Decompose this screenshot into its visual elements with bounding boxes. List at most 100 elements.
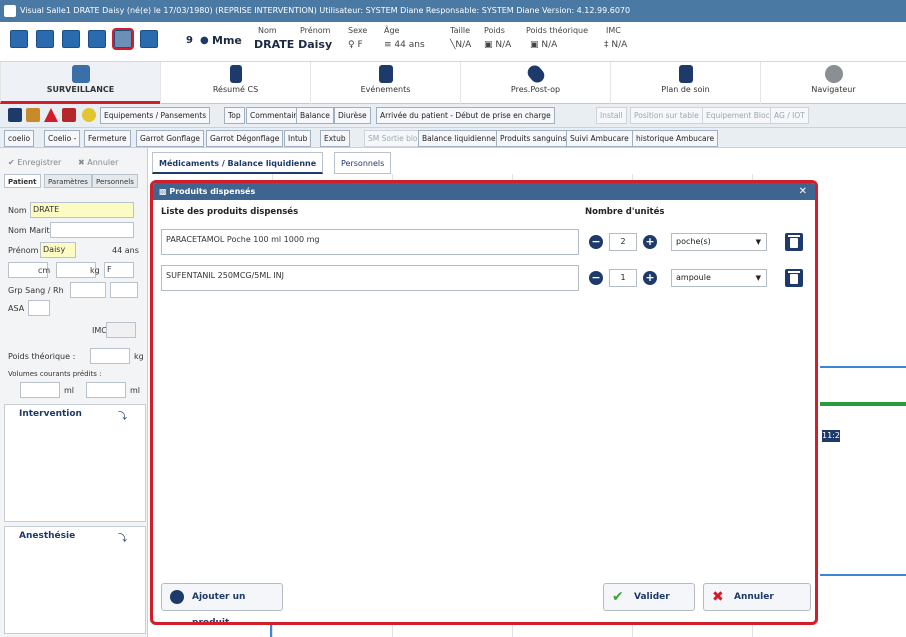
patient-header: 9 ● Mme Nom Prénom DRATE Daisy Sexe ♀ F … — [0, 22, 906, 62]
bed-icon[interactable] — [8, 108, 22, 122]
minus-icon[interactable]: − — [589, 271, 603, 285]
rh-select[interactable] — [110, 282, 138, 298]
nav-pres-postop[interactable]: Pres.Post-op — [460, 62, 610, 104]
btn-produits-sanguins[interactable]: Produits sanguins — [496, 130, 571, 147]
dialog-icon: ▩ — [159, 187, 167, 196]
dispensed-products-icon[interactable] — [112, 28, 134, 50]
trash-icon[interactable] — [785, 269, 803, 287]
print-preview-icon[interactable] — [88, 30, 106, 48]
minus-icon[interactable]: − — [589, 235, 603, 249]
poids-value: ▣ N/A — [484, 40, 511, 50]
validate-button[interactable]: ✔ Valider — [603, 583, 695, 611]
btn-garrot-degonflage[interactable]: Garrot Dégonflage — [206, 130, 284, 147]
close-icon[interactable]: ✕ — [799, 183, 807, 200]
unit-select[interactable]: poche(s) ▼ — [671, 233, 767, 251]
plus-icon[interactable]: + — [643, 235, 657, 249]
asa-select[interactable] — [28, 300, 50, 316]
exit-icon[interactable] — [140, 30, 158, 48]
flag-icon[interactable] — [62, 108, 76, 122]
prenom-field[interactable]: Daisy — [40, 242, 76, 258]
taille-label: Taille — [450, 26, 471, 35]
sexe-select[interactable]: F — [104, 262, 134, 278]
document-icon — [229, 65, 242, 83]
trash-icon[interactable] — [785, 233, 803, 251]
close-icon: ✖ — [78, 158, 85, 167]
tab-medicaments[interactable]: Médicaments / Balance liquidienne — [152, 152, 324, 174]
asa-label: ASA — [8, 304, 25, 313]
btn-suivi-ambucare[interactable]: Suivi Ambucare — [566, 130, 633, 147]
btn-intub[interactable]: Intub — [284, 130, 312, 147]
action-toolbar-2: coelio Coelio - Fermeture Garrot Gonflag… — [0, 128, 906, 148]
expand-icon[interactable]: ⤵ — [118, 531, 127, 544]
calendar-icon[interactable] — [36, 30, 54, 48]
nav-plan-de-soin[interactable]: Plan de soin — [610, 62, 760, 104]
anesthesie-section: Anesthésie ⤵ — [4, 526, 146, 634]
nav-surveillance[interactable]: SURVEILLANCE — [0, 62, 160, 104]
tab-personnels-side[interactable]: Personnels — [92, 174, 138, 188]
chevron-down-icon: ▼ — [755, 274, 761, 282]
nav-evenements[interactable]: Evénements — [310, 62, 460, 104]
btn-equipements[interactable]: Equipements / Pansements — [100, 107, 211, 124]
btn-ag-iot[interactable]: AG / IOT — [770, 107, 809, 124]
cm-label: cm — [38, 266, 51, 275]
btn-arrivee-patient[interactable]: Arrivée du patient - Début de prise en c… — [376, 107, 555, 124]
btn-coelio-minus[interactable]: Coelio - — [44, 130, 81, 147]
save-button[interactable]: ✔ Enregistrer — [8, 154, 61, 172]
volume-field-2[interactable] — [86, 382, 126, 398]
btn-coelio[interactable]: coelio — [4, 130, 35, 147]
add-product-button[interactable]: Ajouter un produit — [161, 583, 283, 622]
nom-marit-field[interactable] — [50, 222, 134, 238]
btn-extub[interactable]: Extub — [320, 130, 350, 147]
product-row-2[interactable]: SUFENTANIL 250MCG/5ML INJ — [161, 265, 579, 291]
nav-navigateur[interactable]: Navigateur — [760, 62, 906, 104]
btn-sm-sortie-bloc[interactable]: SM Sortie bloc — [364, 130, 426, 147]
prenom-field-label: Prénom — [8, 246, 39, 255]
dialog-title: Produits dispensés — [169, 187, 256, 196]
tab-personnels[interactable]: Personnels — [334, 152, 392, 174]
grp-sang-select[interactable] — [70, 282, 106, 298]
nav-label: Pres.Post-op — [510, 85, 561, 94]
btn-garrot-gonflage[interactable]: Garrot Gonflage — [136, 130, 205, 147]
imc-icon: ‡ — [604, 40, 609, 50]
btn-historique-ambucare[interactable]: historique Ambucare — [632, 130, 719, 147]
taille-value: ╲N/A — [450, 40, 471, 50]
warning-icon[interactable] — [44, 108, 58, 122]
print-icon[interactable] — [62, 30, 80, 48]
btn-diurese[interactable]: Diurèse — [334, 107, 371, 124]
imc-side-label: IMC — [92, 326, 107, 335]
female-icon: ♀ — [348, 40, 355, 50]
home-icon[interactable] — [10, 30, 28, 48]
btn-top[interactable]: Top — [224, 107, 245, 124]
age-value: ≡ 44 ans — [384, 40, 425, 50]
btn-fermeture[interactable]: Fermeture — [84, 130, 131, 147]
side-tabs: Patient Paramètres Personnels — [4, 174, 146, 188]
expand-icon[interactable]: ⤵ — [118, 409, 127, 422]
imc-label: IMC — [606, 26, 621, 35]
poids-theo-field[interactable] — [90, 348, 130, 364]
tab-patient[interactable]: Patient — [4, 174, 41, 188]
btn-equipement-bloc[interactable]: Equipement Bloc — [702, 107, 774, 124]
cancel-side-button[interactable]: ✖ Annuler — [78, 154, 118, 172]
btn-balance-liquidienne[interactable]: Balance liquidienne — [418, 130, 500, 147]
poids-label: Poids — [484, 26, 505, 35]
btn-position-table[interactable]: Position sur table — [630, 107, 703, 124]
sexe-text: F — [357, 40, 363, 50]
tab-parametres[interactable]: Paramètres — [44, 174, 92, 188]
cancel-button[interactable]: ✖ Annuler — [703, 583, 811, 611]
btn-balance[interactable]: Balance — [296, 107, 334, 124]
unit-select[interactable]: ampoule ▼ — [671, 269, 767, 287]
btn-install[interactable]: Install — [596, 107, 627, 124]
quantity-field[interactable]: 1 — [609, 269, 637, 287]
plus-icon[interactable]: + — [643, 271, 657, 285]
nom-field[interactable]: DRATE — [30, 202, 134, 218]
check-icon: ✔ — [8, 158, 15, 167]
folder-icon[interactable] — [26, 108, 40, 122]
nom-field-label: Nom — [8, 206, 27, 215]
main-navigation: SURVEILLANCE Résumé CS Evénements Pres.P… — [0, 62, 906, 104]
product-row-1[interactable]: PARACETAMOL Poche 100 ml 1000 mg — [161, 229, 579, 255]
quantity-field[interactable]: 2 — [609, 233, 637, 251]
volume-field-1[interactable] — [20, 382, 60, 398]
nav-label: Résumé CS — [212, 85, 259, 94]
nav-resume-cs[interactable]: Résumé CS — [160, 62, 310, 104]
alert-icon[interactable] — [82, 108, 96, 122]
